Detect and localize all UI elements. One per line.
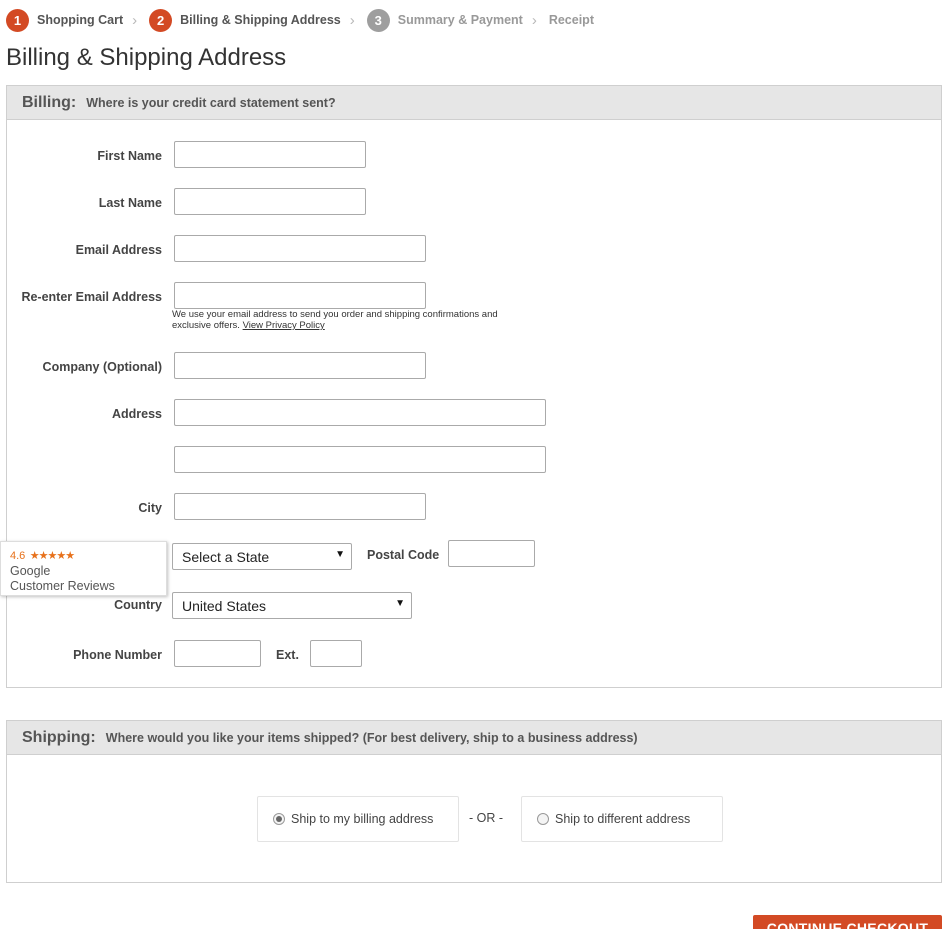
step-number: 1 bbox=[6, 8, 29, 32]
address-line1-field[interactable] bbox=[174, 399, 546, 426]
or-separator: - OR - bbox=[469, 811, 504, 825]
step-receipt: Receipt bbox=[549, 13, 594, 27]
dropdown-arrow-icon: ▼ bbox=[395, 598, 405, 609]
company-field[interactable] bbox=[174, 352, 426, 379]
last-name-field[interactable] bbox=[174, 188, 366, 215]
ship-to-different-option[interactable]: Ship to different address bbox=[521, 796, 723, 842]
reviews-brand: Google bbox=[10, 564, 51, 578]
step-billing-shipping: 2 Billing & Shipping Address bbox=[149, 8, 341, 32]
step-label: Billing & Shipping Address bbox=[180, 13, 341, 27]
ship-to-billing-label: Ship to my billing address bbox=[291, 812, 434, 826]
step-number: 3 bbox=[366, 8, 390, 32]
email-label: Email Address bbox=[75, 243, 162, 257]
step-number: 2 bbox=[149, 8, 173, 32]
state-select-value: Select a State bbox=[182, 548, 270, 565]
page-title: Billing & Shipping Address bbox=[6, 44, 287, 71]
email-note: We use your email address to send you or… bbox=[172, 309, 532, 331]
country-select-value: United States bbox=[182, 597, 267, 614]
phone-field[interactable] bbox=[174, 640, 261, 667]
shipping-panel-header: Shipping: Where would you like your item… bbox=[7, 721, 941, 755]
reviews-caption: Customer Reviews bbox=[10, 579, 115, 593]
checkout-steps: 1 Shopping Cart › 2 Billing & Shipping A… bbox=[6, 8, 594, 32]
address-line2-field[interactable] bbox=[174, 446, 546, 473]
step-summary-payment: 3 Summary & Payment bbox=[366, 8, 523, 32]
first-name-field[interactable] bbox=[174, 141, 366, 168]
email-confirm-label: Re-enter Email Address bbox=[21, 290, 162, 304]
continue-checkout-button[interactable]: CONTINUE CHECKOUT bbox=[753, 915, 942, 929]
chevron-right-icon: › bbox=[349, 11, 355, 29]
step-label: Summary & Payment bbox=[397, 13, 523, 27]
chevron-right-icon: › bbox=[531, 11, 537, 29]
ext-label: Ext. bbox=[276, 648, 299, 662]
review-rating: 4.6 bbox=[10, 550, 26, 562]
step-shopping-cart[interactable]: 1 Shopping Cart bbox=[6, 8, 124, 32]
city-field[interactable] bbox=[174, 493, 426, 520]
state-select[interactable]: Select a State ▼ bbox=[172, 543, 352, 570]
radio-selected-icon[interactable] bbox=[273, 813, 285, 825]
google-reviews-badge[interactable]: 4.6 ★★★★★ Google Customer Reviews bbox=[0, 541, 167, 596]
country-select[interactable]: United States ▼ bbox=[172, 592, 412, 619]
country-label: Country bbox=[114, 598, 162, 612]
privacy-policy-link[interactable]: View Privacy Policy bbox=[243, 320, 325, 331]
email-field[interactable] bbox=[174, 235, 426, 262]
email-confirm-field[interactable] bbox=[174, 282, 426, 309]
shipping-panel: Shipping: Where would you like your item… bbox=[6, 720, 942, 883]
email-note-text: We use your email address to send you or… bbox=[172, 309, 498, 331]
shipping-title: Shipping: bbox=[22, 728, 96, 746]
postal-code-field[interactable] bbox=[448, 540, 535, 567]
dropdown-arrow-icon: ▼ bbox=[335, 549, 345, 560]
company-label: Company (Optional) bbox=[42, 360, 162, 374]
ext-field[interactable] bbox=[310, 640, 362, 667]
billing-subtitle: Where is your credit card statement sent… bbox=[86, 95, 336, 110]
radio-unselected-icon[interactable] bbox=[537, 813, 549, 825]
address-label: Address bbox=[111, 407, 162, 421]
postal-code-label: Postal Code bbox=[367, 548, 440, 562]
billing-title: Billing: bbox=[22, 93, 77, 111]
step-label: Receipt bbox=[548, 13, 594, 27]
billing-panel-header: Billing: Where is your credit card state… bbox=[7, 86, 941, 120]
city-label: City bbox=[138, 501, 162, 515]
shipping-subtitle: Where would you like your items shipped?… bbox=[105, 730, 638, 745]
ship-to-different-label: Ship to different address bbox=[555, 812, 691, 826]
chevron-right-icon: › bbox=[132, 11, 138, 29]
star-rating-icon: ★★★★★ bbox=[29, 550, 75, 562]
last-name-label: Last Name bbox=[98, 196, 162, 210]
ship-to-billing-option[interactable]: Ship to my billing address bbox=[257, 796, 459, 842]
phone-label: Phone Number bbox=[73, 648, 162, 662]
first-name-label: First Name bbox=[97, 149, 162, 163]
step-label: Shopping Cart bbox=[37, 13, 124, 27]
